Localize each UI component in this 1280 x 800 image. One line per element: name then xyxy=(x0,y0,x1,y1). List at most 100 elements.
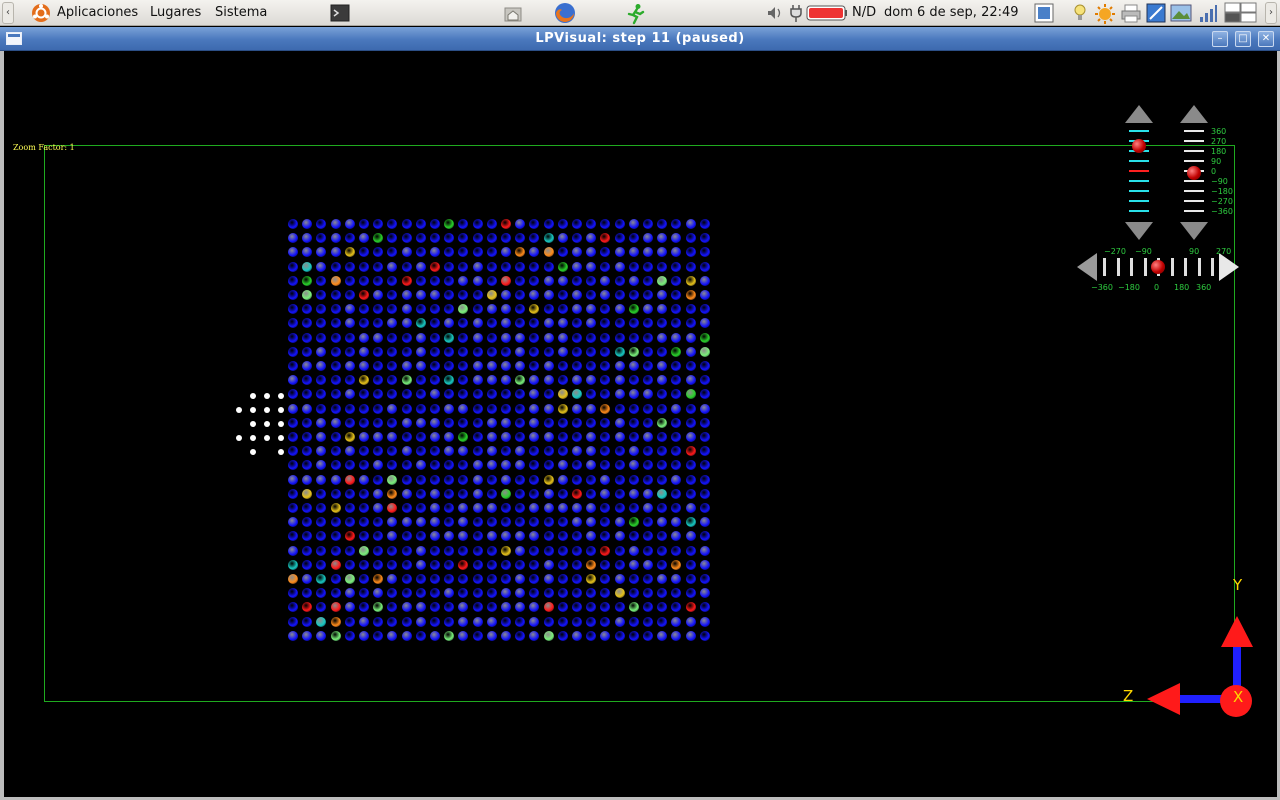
particle xyxy=(686,262,696,272)
update-notifier-icon[interactable] xyxy=(1094,3,1115,24)
particle xyxy=(302,574,312,584)
workspace-switcher-icon[interactable] xyxy=(1224,2,1258,24)
particle xyxy=(629,304,639,314)
particle xyxy=(544,290,554,300)
particle xyxy=(373,531,383,541)
light-bulb-icon[interactable] xyxy=(1072,3,1092,23)
close-button[interactable]: ✕ xyxy=(1258,31,1274,47)
particle xyxy=(671,304,681,314)
particle xyxy=(544,304,554,314)
particle xyxy=(288,304,298,314)
particle xyxy=(316,404,326,414)
maximize-button[interactable]: □ xyxy=(1235,31,1251,47)
particle xyxy=(331,602,341,612)
particle xyxy=(444,588,454,598)
particle xyxy=(331,347,341,357)
battery-icon[interactable] xyxy=(806,5,848,21)
particle xyxy=(316,247,326,257)
particle xyxy=(671,617,681,627)
particle xyxy=(586,446,596,456)
particle xyxy=(345,631,355,641)
particle xyxy=(316,276,326,286)
firefox-icon[interactable] xyxy=(553,1,575,23)
particle xyxy=(600,262,610,272)
particle xyxy=(643,588,653,598)
particle xyxy=(458,446,468,456)
particle xyxy=(629,347,639,357)
particle xyxy=(643,290,653,300)
particle xyxy=(402,304,412,314)
particle xyxy=(316,574,326,584)
slider-a-down-arrow-icon[interactable] xyxy=(1125,222,1153,240)
particle xyxy=(430,602,440,612)
particle xyxy=(473,233,483,243)
particle xyxy=(487,233,497,243)
clock[interactable]: dom 6 de sep, 22:49 xyxy=(884,0,1019,26)
slider-b-down-arrow-icon[interactable] xyxy=(1180,222,1208,240)
minimize-button[interactable]: – xyxy=(1212,31,1228,47)
slider-h-left-arrow-icon[interactable] xyxy=(1077,253,1097,281)
panel-scroll-right[interactable]: › xyxy=(1265,2,1277,24)
particle xyxy=(615,276,625,286)
particle xyxy=(558,318,568,328)
signal-strength-icon[interactable] xyxy=(1198,3,1218,23)
panel-scroll-left[interactable]: ‹ xyxy=(2,2,14,24)
rotation-slider-a[interactable] xyxy=(1125,105,1155,240)
particle xyxy=(373,262,383,272)
particle xyxy=(600,304,610,314)
image-viewer-icon[interactable] xyxy=(1170,3,1192,23)
volume-icon[interactable] xyxy=(765,3,785,23)
menu-applications[interactable]: Aplicaciones xyxy=(57,0,138,26)
horizontal-scale-label: 180 xyxy=(1174,283,1190,292)
screen-resolution-icon[interactable] xyxy=(1034,3,1054,23)
particle xyxy=(302,375,312,385)
particle xyxy=(316,617,326,627)
ubuntu-logo-icon[interactable] xyxy=(30,2,50,22)
particle xyxy=(643,503,653,513)
menu-system[interactable]: Sistema xyxy=(215,0,267,26)
visualization-canvas[interactable]: Zoom Factor: 1 360 270 180 90 0 −90 −180 −270 −3… xyxy=(4,51,1277,797)
particle xyxy=(572,404,582,414)
slider-b-knob[interactable] xyxy=(1187,166,1201,180)
particle xyxy=(671,489,681,499)
particle xyxy=(686,389,696,399)
particle xyxy=(331,531,341,541)
particle xyxy=(387,574,397,584)
rotation-slider-b[interactable] xyxy=(1180,105,1210,240)
particle xyxy=(416,602,426,612)
probe-point xyxy=(278,421,284,427)
particle xyxy=(572,517,582,527)
window-titlebar[interactable]: LPVisual: step 11 (paused) – □ ✕ xyxy=(0,27,1280,51)
slider-b-up-arrow-icon[interactable] xyxy=(1180,105,1208,123)
particle xyxy=(345,219,355,229)
particle xyxy=(572,460,582,470)
particle xyxy=(544,262,554,272)
particle xyxy=(416,219,426,229)
terminal-icon[interactable] xyxy=(330,3,350,23)
printer-icon[interactable] xyxy=(1120,3,1141,23)
slider-h-knob[interactable] xyxy=(1151,260,1165,274)
particle xyxy=(700,517,710,527)
network-icon[interactable] xyxy=(1146,3,1166,23)
slider-a-up-arrow-icon[interactable] xyxy=(1125,105,1153,123)
particle xyxy=(444,304,454,314)
particle xyxy=(529,446,539,456)
home-folder-icon[interactable] xyxy=(503,3,523,23)
probe-point xyxy=(250,393,256,399)
particle xyxy=(416,247,426,257)
vertical-scale-label: 180 xyxy=(1211,147,1227,156)
particle xyxy=(331,560,341,570)
particle xyxy=(686,347,696,357)
power-plug-icon[interactable] xyxy=(788,3,808,23)
menu-places[interactable]: Lugares xyxy=(150,0,201,26)
particle xyxy=(359,588,369,598)
particle xyxy=(473,418,483,428)
run-application-icon[interactable] xyxy=(625,3,645,25)
particle xyxy=(430,432,440,442)
rotation-slider-horizontal[interactable] xyxy=(1077,251,1239,285)
particle xyxy=(529,276,539,286)
slider-h-right-arrow-icon[interactable] xyxy=(1219,253,1239,281)
slider-a-knob[interactable] xyxy=(1132,139,1146,153)
particle xyxy=(529,333,539,343)
particle xyxy=(501,546,511,556)
